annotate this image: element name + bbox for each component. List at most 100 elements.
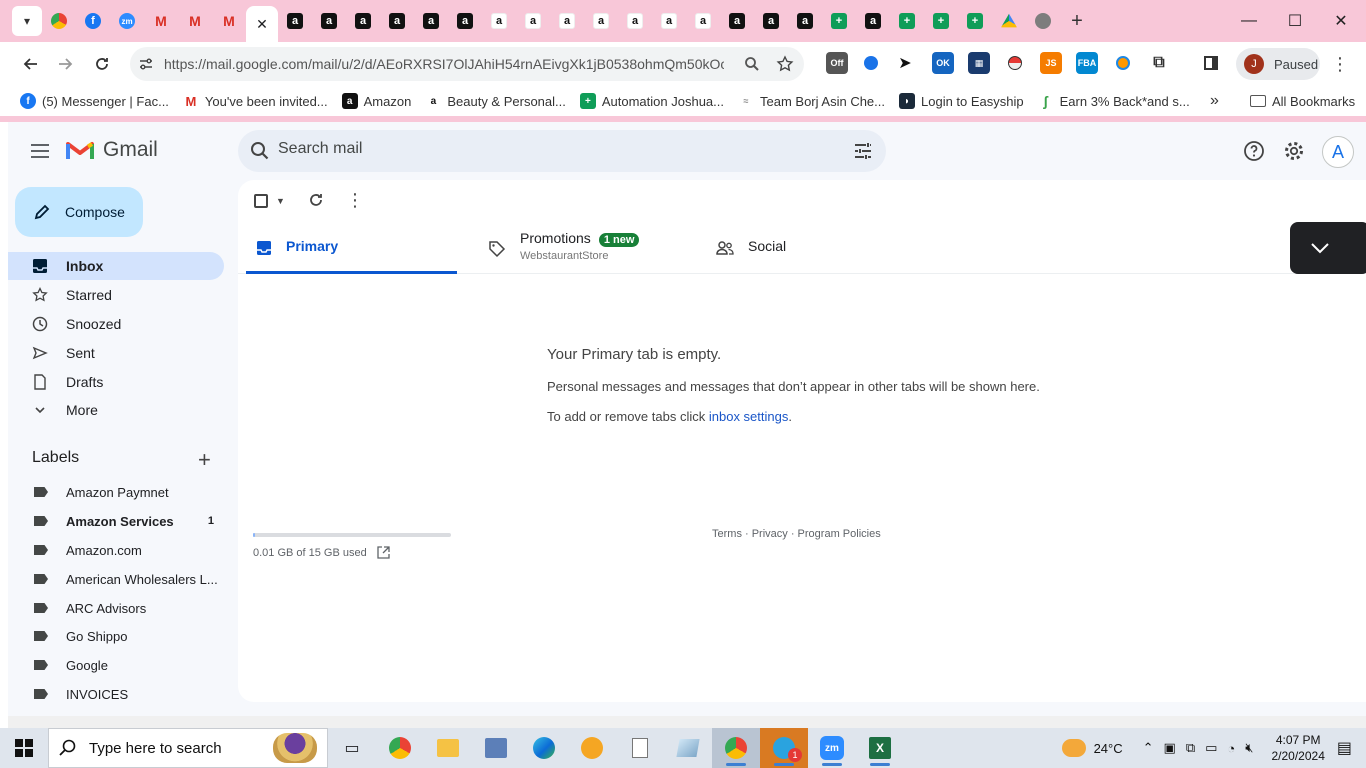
new-tab-button[interactable]: +: [1060, 4, 1094, 38]
zoom-icon[interactable]: [744, 56, 760, 72]
tab[interactable]: [42, 4, 76, 38]
label-item[interactable]: American Wholesalers L...: [8, 566, 224, 592]
clock[interactable]: 4:07 PM 2/20/2024: [1271, 732, 1324, 764]
tab[interactable]: a: [754, 4, 788, 38]
inbox-settings-link[interactable]: inbox settings: [709, 409, 789, 424]
chevron-up-icon[interactable]: ⌃: [1143, 740, 1154, 756]
tab[interactable]: a: [516, 4, 550, 38]
main-menu-icon[interactable]: [28, 139, 52, 163]
active-tab[interactable]: ✕: [246, 6, 278, 42]
more-actions-button[interactable]: ⋮: [346, 190, 364, 211]
extension-ok-icon[interactable]: OK: [932, 52, 954, 74]
bookmark-item[interactable]: + Automation Joshua...: [579, 93, 724, 109]
bookmark-item[interactable]: ◗ Login to Easyship: [899, 93, 1024, 109]
wifi-icon[interactable]: ◔: [1227, 741, 1235, 756]
address-bar[interactable]: https://mail.google.com/mail/u/2/d/AEoRX…: [130, 47, 804, 81]
site-settings-icon[interactable]: [138, 56, 154, 72]
bookmark-item[interactable]: a Beauty & Personal...: [425, 93, 566, 109]
tab[interactable]: a: [788, 4, 822, 38]
pokeball-extension-icon[interactable]: [1004, 52, 1026, 74]
notifications-icon[interactable]: ▤: [1337, 738, 1352, 758]
taskbar-vpn[interactable]: [568, 728, 616, 768]
fba-extension-icon[interactable]: FBA: [1076, 52, 1098, 74]
nav-starred[interactable]: Starred: [8, 281, 224, 309]
battery-icon[interactable]: ▭: [1205, 740, 1217, 756]
tab[interactable]: a: [346, 4, 380, 38]
tab-search-button[interactable]: ▾: [12, 6, 42, 36]
nav-more[interactable]: More: [8, 396, 224, 424]
more-bookmarks-button[interactable]: »: [1210, 92, 1219, 110]
tab[interactable]: a: [550, 4, 584, 38]
reload-button[interactable]: [84, 46, 120, 82]
side-panel-icon[interactable]: [1200, 52, 1222, 74]
label-item[interactable]: ARC Advisors: [8, 595, 224, 621]
label-item[interactable]: Amazon Paymnet: [8, 479, 224, 505]
create-label-button[interactable]: +: [198, 447, 211, 473]
tab[interactable]: a: [720, 4, 754, 38]
taskbar-file-explorer[interactable]: [424, 728, 472, 768]
browser-menu-button[interactable]: ⋮: [1322, 46, 1358, 82]
tab[interactable]: +: [822, 4, 856, 38]
footer-links[interactable]: Terms · Privacy · Program Policies: [712, 528, 881, 540]
bookmark-item[interactable]: M You've been invited...: [183, 93, 328, 109]
tab[interactable]: a: [278, 4, 312, 38]
tab[interactable]: [1026, 4, 1060, 38]
taskbar-telegram[interactable]: 1: [760, 728, 808, 768]
nav-drafts[interactable]: Drafts: [8, 368, 224, 396]
tab[interactable]: a: [380, 4, 414, 38]
taskbar-app[interactable]: [472, 728, 520, 768]
forward-button[interactable]: [48, 46, 84, 82]
extension-icon[interactable]: [860, 52, 882, 74]
bookmark-star-icon[interactable]: [776, 55, 794, 73]
taskbar-chrome[interactable]: [376, 728, 424, 768]
tab[interactable]: zm: [110, 4, 144, 38]
search-bar[interactable]: [238, 130, 886, 172]
back-button[interactable]: [12, 46, 48, 82]
bookmark-item[interactable]: ʃ Earn 3% Back*and s...: [1037, 93, 1190, 109]
chevron-down-icon[interactable]: [1310, 242, 1330, 254]
tab[interactable]: a: [448, 4, 482, 38]
puzzle-icon[interactable]: ⧉: [1148, 52, 1170, 74]
tab[interactable]: M: [144, 4, 178, 38]
tab[interactable]: a: [652, 4, 686, 38]
tab[interactable]: [992, 4, 1026, 38]
maximize-button[interactable]: ☐: [1272, 0, 1318, 42]
taskbar-search[interactable]: Type here to search: [48, 728, 328, 768]
tab[interactable]: a: [312, 4, 346, 38]
select-all-checkbox[interactable]: ▼: [254, 194, 285, 208]
external-link-icon[interactable]: [377, 546, 390, 559]
tab[interactable]: a: [618, 4, 652, 38]
tab[interactable]: f: [76, 4, 110, 38]
tab[interactable]: +: [890, 4, 924, 38]
gmail-logo[interactable]: Gmail: [66, 138, 158, 162]
nav-inbox[interactable]: Inbox: [8, 252, 224, 280]
help-icon[interactable]: [1240, 137, 1268, 165]
minimize-button[interactable]: —: [1226, 0, 1272, 42]
profile-button[interactable]: J Paused: [1236, 48, 1320, 80]
task-view-button[interactable]: ▭: [328, 728, 376, 768]
search-icon[interactable]: [250, 141, 270, 161]
account-avatar[interactable]: A: [1322, 136, 1354, 168]
label-item[interactable]: Google: [8, 652, 224, 678]
taskbar-excel[interactable]: X: [856, 728, 904, 768]
url-text[interactable]: https://mail.google.com/mail/u/2/d/AEoRX…: [164, 56, 724, 72]
tab[interactable]: a: [414, 4, 448, 38]
label-item[interactable]: Amazon Services 1: [8, 508, 224, 534]
taskbar-edge[interactable]: [520, 728, 568, 768]
floating-widget[interactable]: [1290, 222, 1366, 274]
tab[interactable]: M: [212, 4, 246, 38]
meet-now-icon[interactable]: ▣: [1164, 740, 1176, 756]
nav-sent[interactable]: Sent: [8, 339, 224, 367]
taskbar-zoom[interactable]: zm: [808, 728, 856, 768]
label-item[interactable]: INVOICES: [8, 681, 224, 707]
bookmark-item[interactable]: a Amazon: [341, 93, 411, 109]
js-extension-icon[interactable]: JS: [1040, 52, 1062, 74]
compose-button[interactable]: Compose: [15, 187, 143, 237]
tab[interactable]: +: [958, 4, 992, 38]
extension-icon[interactable]: ▦: [968, 52, 990, 74]
tab[interactable]: M: [178, 4, 212, 38]
all-bookmarks-button[interactable]: All Bookmarks: [1250, 94, 1355, 109]
tab[interactable]: a: [482, 4, 516, 38]
start-button[interactable]: [0, 728, 48, 768]
horizontal-scrollbar[interactable]: [8, 716, 1366, 728]
